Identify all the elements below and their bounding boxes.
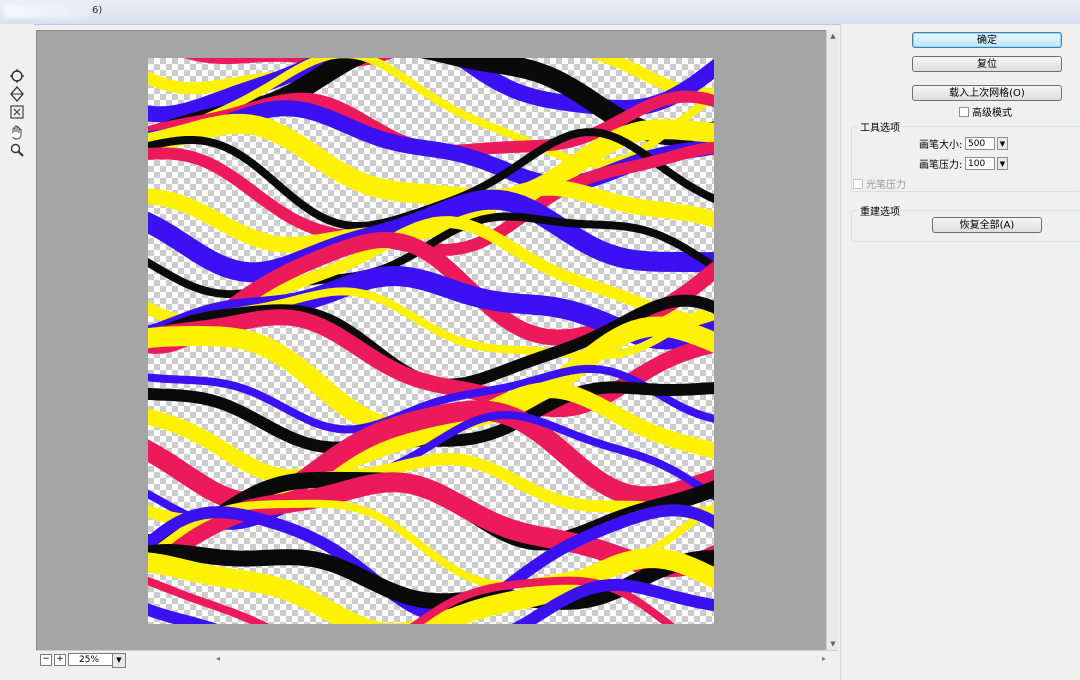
reconstruct-tool-button[interactable] [9,68,25,84]
horizontal-scrollbar[interactable]: ◂ ▸ [216,654,826,664]
pucker-tool-button[interactable] [9,104,25,120]
tool-options-heading: 工具选项 [857,119,903,134]
vertical-scrollbar[interactable]: ▲ ▼ [826,30,839,650]
zoom-tool-button[interactable] [9,142,25,158]
scroll-right-icon[interactable]: ▸ [822,654,826,663]
brush-pressure-input[interactable]: 100 [965,157,995,170]
reconstruct-icon [10,69,24,83]
load-last-mesh-button[interactable]: 载入上次网格(O) [912,85,1062,101]
pucker-icon [10,105,24,119]
status-bar: − + 25% ▼ ◂ ▸ [36,650,838,669]
advanced-mode-checkbox[interactable] [959,106,969,117]
options-panel: 确定 复位 载入上次网格(O) 高级模式 工具选项 画笔大小: 500 ▼ 画笔… [840,24,1080,680]
hand-tool-button[interactable] [9,124,25,140]
zoom-out-button[interactable]: − [40,654,52,666]
brush-pressure-row: 画笔压力: 100 ▼ [919,156,1008,171]
blurred-title [4,4,90,18]
brush-pressure-label: 画笔压力: [919,160,963,171]
smooth-icon [10,86,24,102]
smooth-tool-button[interactable] [9,86,25,102]
window-title-fragment: 6) [92,5,103,16]
scroll-down-icon[interactable]: ▼ [829,640,837,648]
brush-size-input[interactable]: 500 [965,137,995,150]
hand-icon [12,125,22,140]
liquified-artwork[interactable] [148,58,714,624]
brush-pressure-dropdown-icon[interactable]: ▼ [997,157,1008,170]
scroll-left-icon[interactable]: ◂ [216,654,220,663]
brush-size-row: 画笔大小: 500 ▼ [919,136,1008,151]
stylus-pressure-checkbox[interactable] [853,178,863,189]
zoom-in-button[interactable]: + [54,654,66,666]
window-titlebar: 6) [0,0,1080,25]
advanced-mode-label: 高级模式 [972,108,1012,119]
tool-strip [0,24,34,680]
zoom-dropdown-icon[interactable]: ▼ [112,653,126,668]
scroll-up-icon[interactable]: ▲ [829,32,837,40]
reconstruct-options-heading: 重建选项 [857,203,903,218]
reset-button[interactable]: 复位 [912,56,1062,72]
stylus-pressure-option[interactable]: 光笔压力 [853,176,906,191]
brush-size-dropdown-icon[interactable]: ▼ [997,137,1008,150]
stylus-pressure-label: 光笔压力 [866,180,906,191]
advanced-mode-option[interactable]: 高级模式 [959,104,1012,119]
restore-all-button[interactable]: 恢复全部(A) [932,217,1042,233]
zoom-icon [10,143,24,157]
ok-button[interactable]: 确定 [912,32,1062,48]
brush-size-label: 画笔大小: [919,140,963,151]
